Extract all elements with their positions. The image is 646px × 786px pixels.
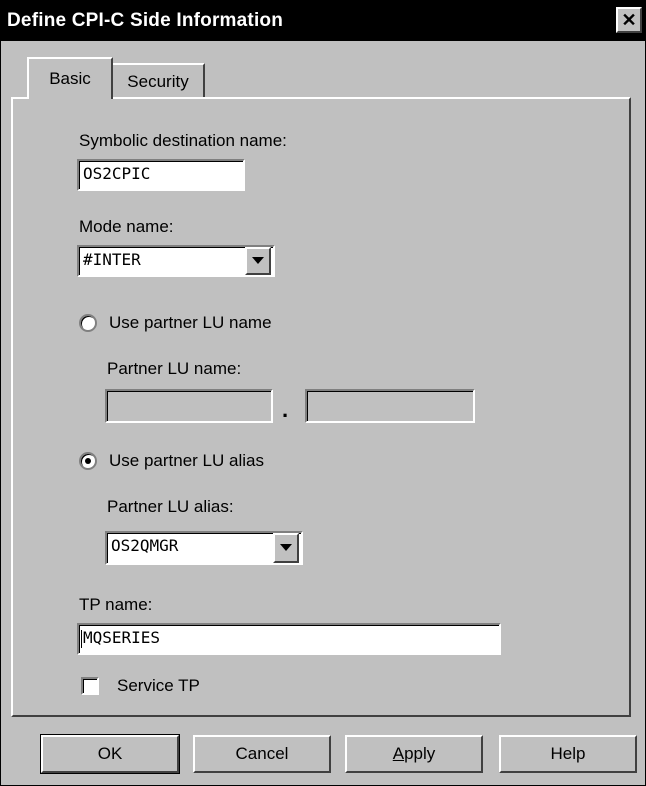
symbolic-destination-input[interactable]: OS2CPIC [77,159,245,191]
chevron-down-icon [280,544,292,551]
apply-button-label: Apply [392,744,436,763]
tp-name-input[interactable]: MQSERIES [77,623,501,655]
dialog-window: Define CPI-C Side Information ✕ Basic Se… [0,0,646,786]
service-tp-checkbox[interactable] [81,677,99,695]
tab-basic-label: Basic [49,69,91,88]
use-partner-lu-alias-radio[interactable] [79,452,97,470]
radio-selected-dot [85,458,91,464]
help-button[interactable]: Help [499,735,637,773]
symbolic-destination-value: OS2CPIC [83,164,151,183]
partner-lu-name-separator: . [282,397,289,422]
title-bar[interactable]: Define CPI-C Side Information ✕ [1,1,645,41]
partner-lu-name-lu-input[interactable] [305,389,475,423]
partner-lu-name-label: Partner LU name: [107,359,242,378]
symbolic-destination-label: Symbolic destination name: [79,131,287,150]
mode-name-dropdown-button[interactable] [245,247,271,275]
chevron-down-icon [252,257,264,264]
apply-button[interactable]: Apply [345,735,483,773]
tp-name-label: TP name: [79,595,153,614]
service-tp-label[interactable]: Service TP [117,676,200,696]
mode-name-value: #INTER [83,250,141,269]
use-partner-lu-name-label[interactable]: Use partner LU name [109,313,272,333]
ok-button-label: OK [97,744,123,763]
tab-security[interactable]: Security [111,63,205,99]
use-partner-lu-alias-label[interactable]: Use partner LU alias [109,451,264,471]
close-button[interactable]: ✕ [616,7,642,33]
partner-lu-alias-value: OS2QMGR [111,536,179,555]
tp-name-value: MQSERIES [83,628,161,647]
tab-basic[interactable]: Basic [27,57,113,99]
window-title: Define CPI-C Side Information [7,10,284,31]
close-icon: ✕ [621,10,637,30]
cancel-button-label: Cancel [235,744,289,763]
partner-lu-name-network-input[interactable] [105,389,273,423]
cancel-button[interactable]: Cancel [193,735,331,773]
ok-button[interactable]: OK [40,734,180,774]
partner-lu-alias-label: Partner LU alias: [107,497,234,516]
use-partner-lu-name-radio[interactable] [79,314,97,332]
help-button-label: Help [550,744,586,763]
partner-lu-alias-dropdown-button[interactable] [273,533,299,563]
tab-security-label: Security [127,72,189,91]
mode-name-label: Mode name: [79,217,174,236]
text-caret [81,630,82,648]
